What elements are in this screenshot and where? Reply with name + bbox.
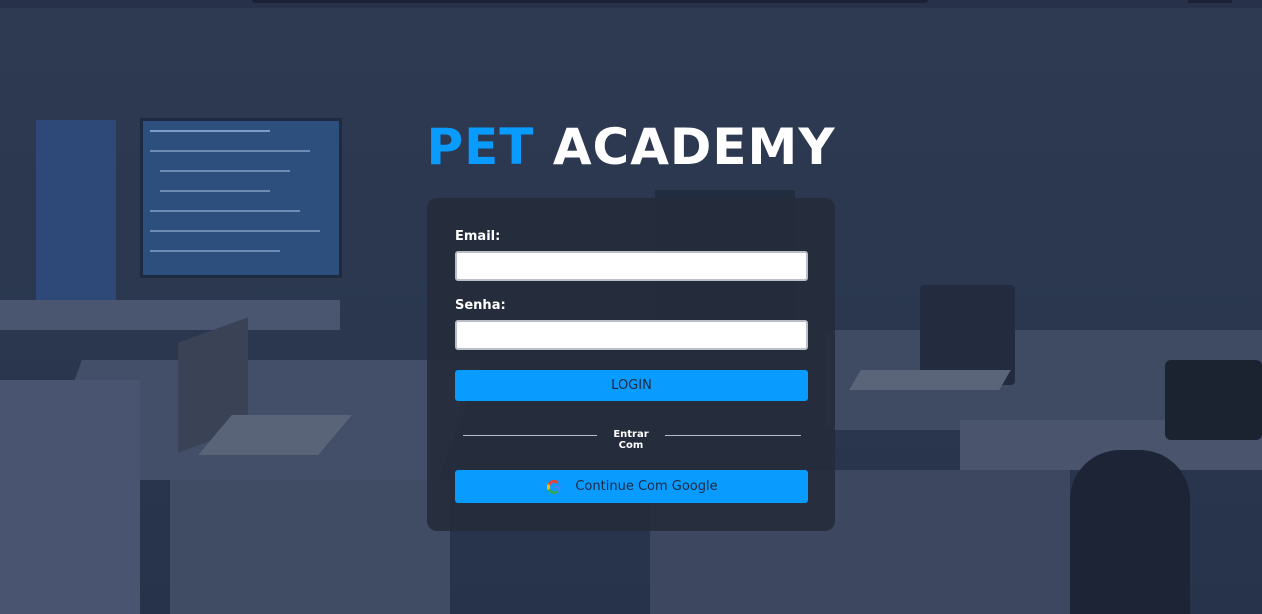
password-label: Senha: <box>455 298 506 313</box>
email-field[interactable] <box>455 251 808 281</box>
browser-top-bar <box>252 0 928 3</box>
email-label: Email: <box>455 229 501 244</box>
google-login-button[interactable]: Continue Com Google <box>455 470 808 503</box>
brand-title-rest: ACADEMY <box>552 118 836 176</box>
google-button-label: Continue Com Google <box>575 479 718 494</box>
password-field[interactable] <box>455 320 808 350</box>
brand-title: PET ACADEMY <box>0 118 1262 176</box>
divider-text: Entrar Com <box>613 429 649 451</box>
divider-right <box>665 435 801 436</box>
login-button-label: LOGIN <box>611 378 652 393</box>
google-g-icon <box>547 479 561 494</box>
login-button[interactable]: LOGIN <box>455 370 808 401</box>
divider-left <box>463 435 597 436</box>
brand-title-accent: PET <box>426 118 535 176</box>
browser-top-button <box>1188 0 1232 3</box>
